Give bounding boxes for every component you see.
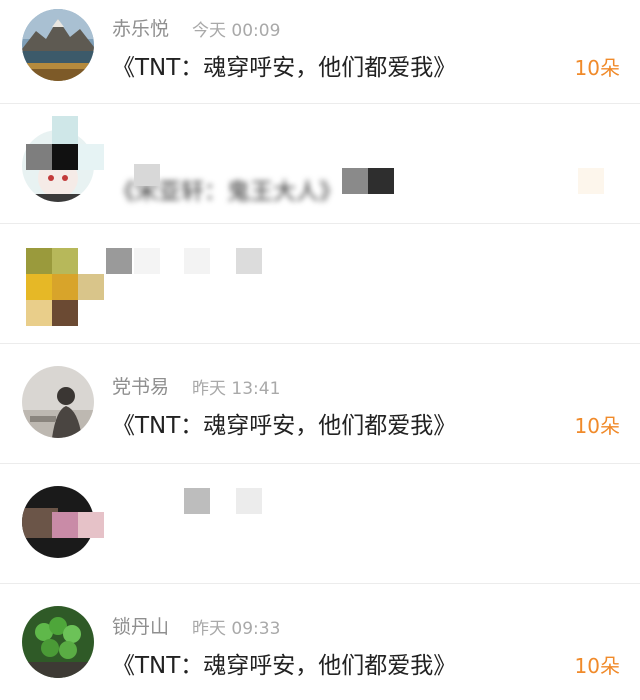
mosaic-block xyxy=(78,274,104,300)
clover-avatar-icon[interactable] xyxy=(22,606,94,678)
mosaic-block xyxy=(26,300,52,326)
mosaic-block xyxy=(52,248,78,274)
sender-name: 党书易 xyxy=(112,376,170,398)
book-title[interactable]: 《TNT：魂穿呼安，他们都爱我》 xyxy=(112,406,456,440)
list-item[interactable] xyxy=(0,224,640,344)
mosaic-block xyxy=(26,274,52,300)
mosaic-block xyxy=(368,168,394,194)
book-title[interactable]: 《TNT：魂穿呼安，他们都爱我》 xyxy=(112,48,456,82)
person-avatar-icon[interactable] xyxy=(22,366,94,438)
mosaic-block xyxy=(26,248,52,274)
send-time: 今天 00:09 xyxy=(192,21,281,41)
mosaic-block xyxy=(78,512,104,538)
mosaic-block xyxy=(184,248,210,274)
send-time: 昨天 09:33 xyxy=(192,619,281,639)
list-item[interactable]: 《宋亚轩：鬼王大人》 xyxy=(0,104,640,224)
flower-count: 10朵 xyxy=(574,414,620,438)
gift-list: 赤乐悦 今天 00:09 《TNT：魂穿呼安，他们都爱我》 10朵 《宋亚轩：鬼… xyxy=(0,0,640,700)
mosaic-block xyxy=(578,168,604,194)
book-title[interactable]: 《TNT：魂穿呼安，他们都爱我》 xyxy=(112,646,456,680)
mosaic-block xyxy=(52,300,78,326)
sender-name: 锁丹山 xyxy=(112,616,170,638)
sender-name: 赤乐悦 xyxy=(112,18,170,40)
list-item[interactable]: 赤乐悦 今天 00:09 《TNT：魂穿呼安，他们都爱我》 10朵 xyxy=(0,0,640,104)
flower-count: 10朵 xyxy=(574,56,620,80)
mosaic-block xyxy=(342,168,368,194)
list-item[interactable] xyxy=(0,464,640,584)
mosaic-block xyxy=(26,144,52,170)
mosaic-block xyxy=(134,248,160,274)
mountain-lake-avatar-icon[interactable] xyxy=(22,9,94,81)
mosaic-block xyxy=(134,164,160,186)
send-time: 昨天 13:41 xyxy=(192,379,281,399)
flower-count: 10朵 xyxy=(574,654,620,678)
mosaic-block xyxy=(52,116,78,144)
mosaic-block xyxy=(106,248,132,274)
mosaic-block xyxy=(52,512,78,538)
mosaic-block xyxy=(78,144,104,170)
mosaic-block xyxy=(52,144,78,170)
mosaic-block xyxy=(236,248,262,274)
mosaic-block xyxy=(52,274,78,300)
list-item[interactable]: 党书易 昨天 13:41 《TNT：魂穿呼安，他们都爱我》 10朵 xyxy=(0,344,640,464)
mosaic-block xyxy=(236,488,262,514)
list-item[interactable]: 锁丹山 昨天 09:33 《TNT：魂穿呼安，他们都爱我》 10朵 xyxy=(0,584,640,700)
mosaic-block xyxy=(184,488,210,514)
